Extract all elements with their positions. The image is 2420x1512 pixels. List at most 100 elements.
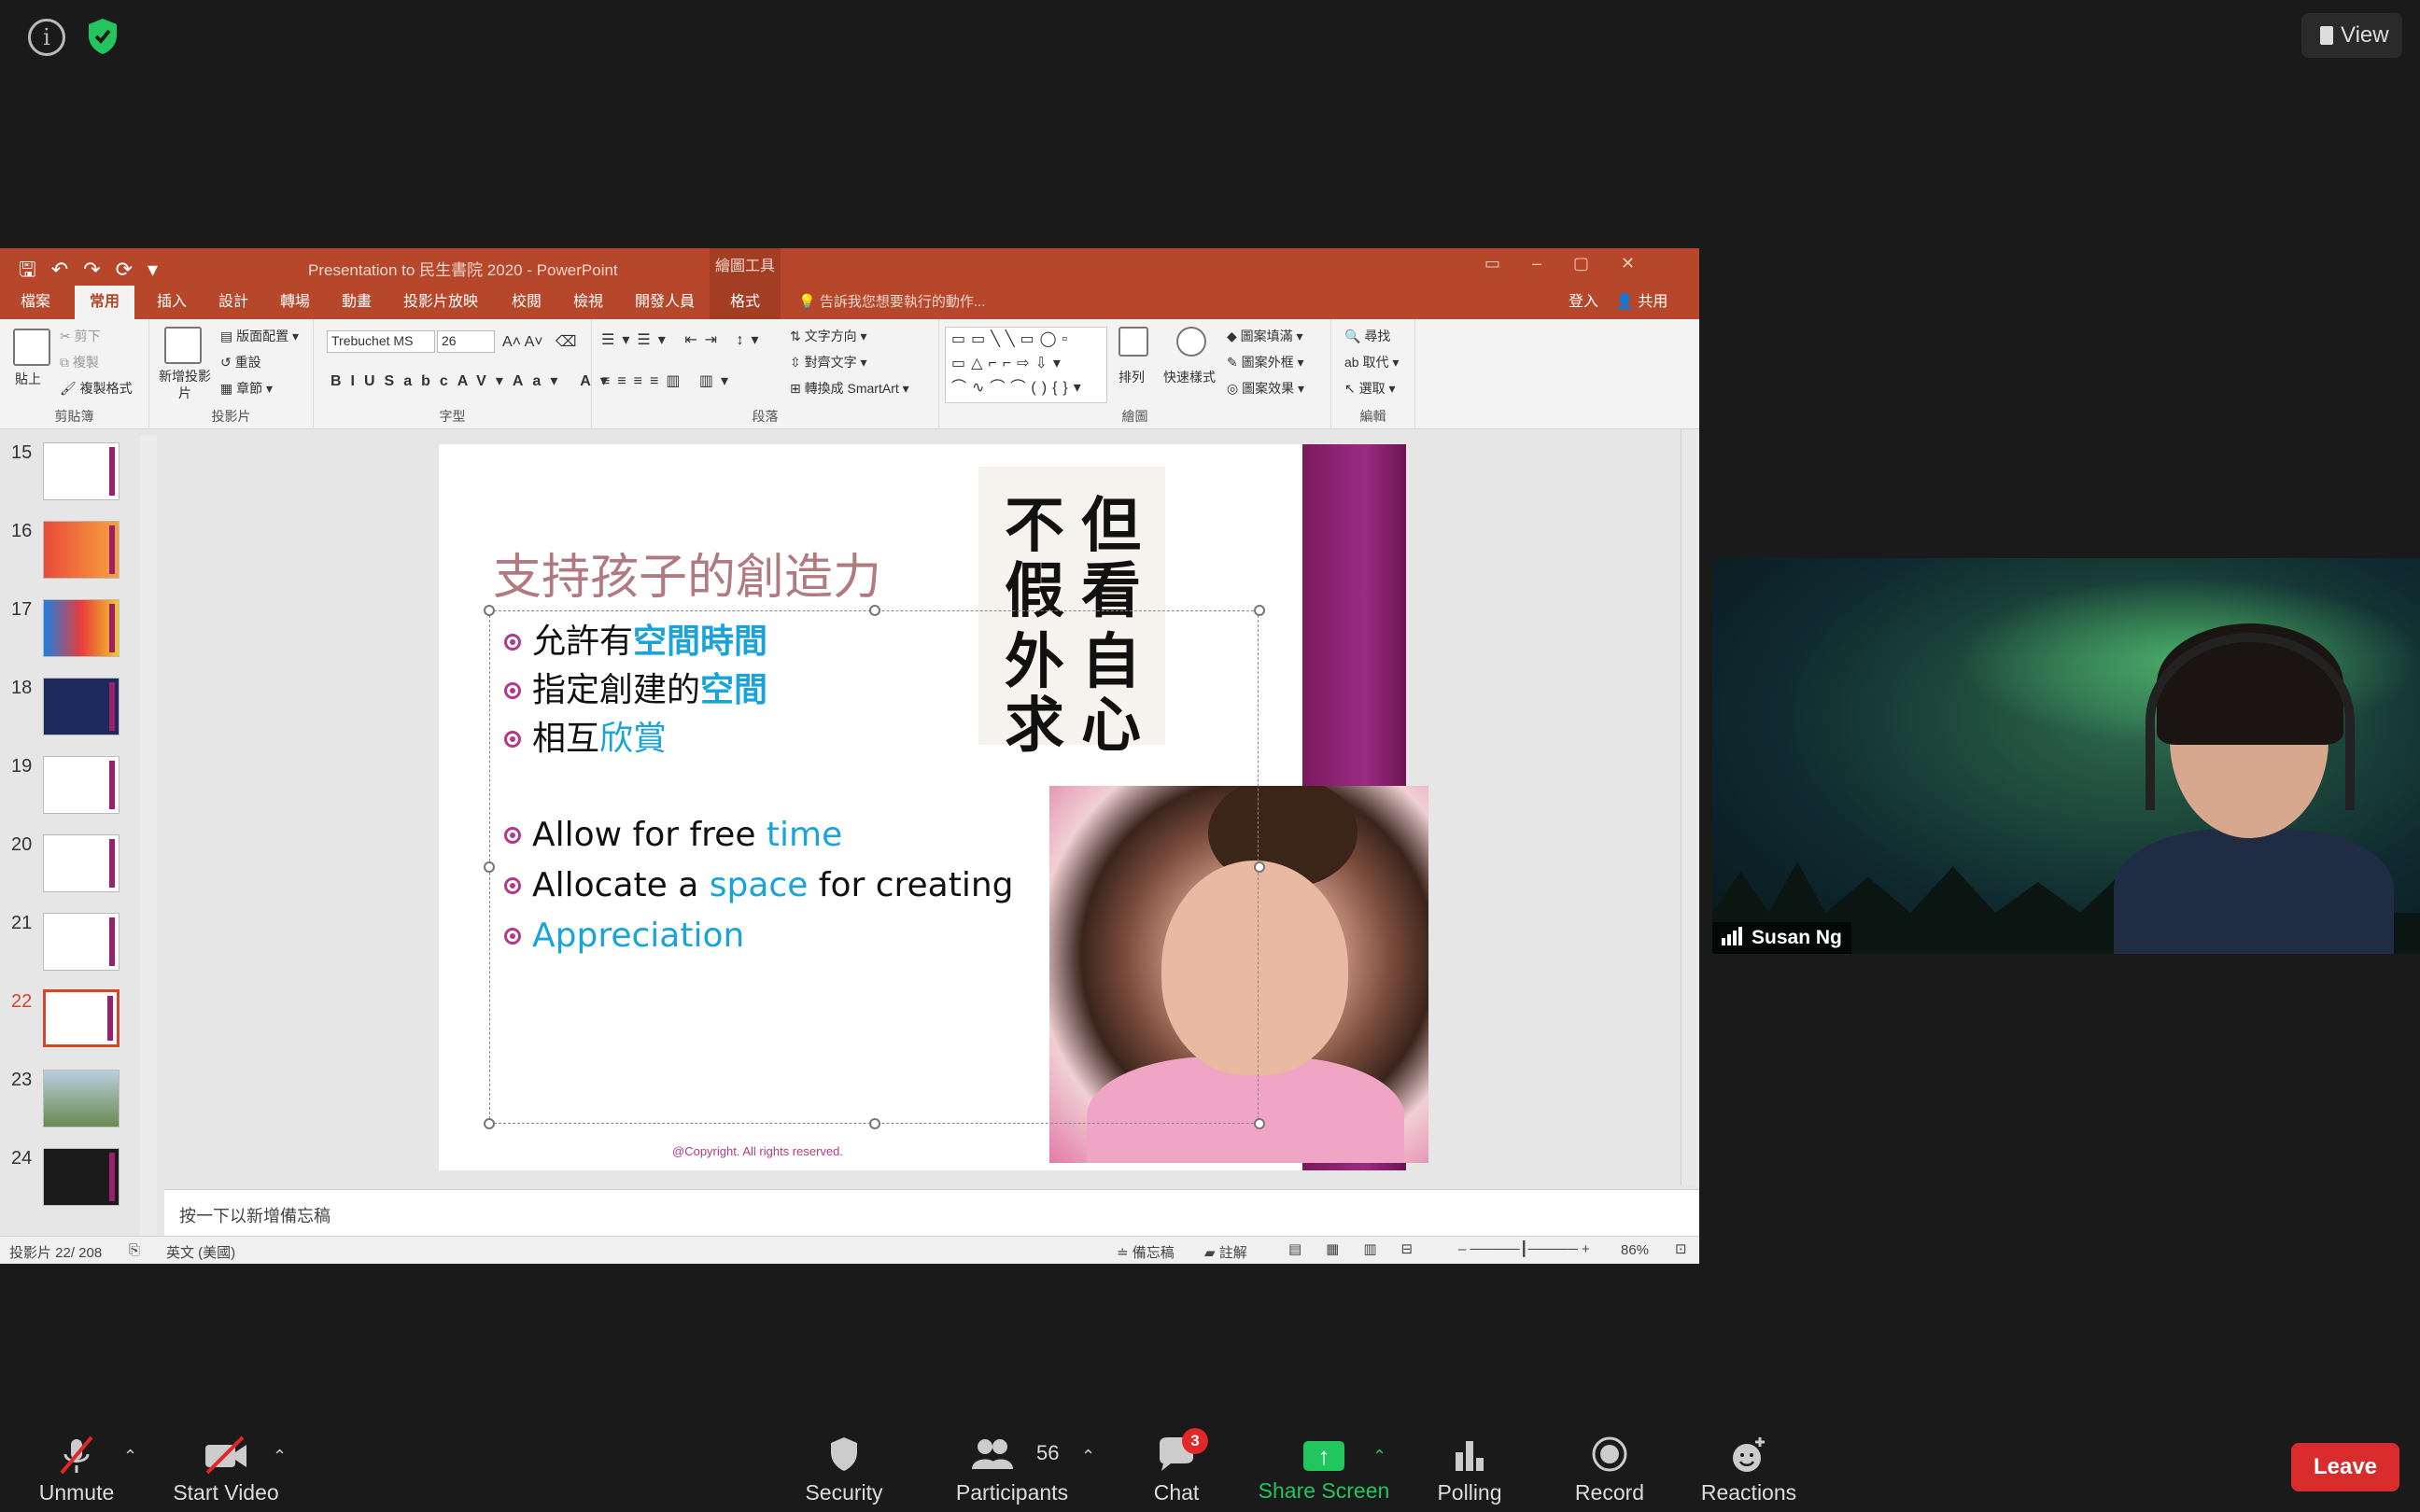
slide-title[interactable]: 支持孩子的創造力 [493,538,881,608]
replace-button[interactable]: ab 取代 ▾ [1344,353,1399,371]
find-button[interactable]: 🔍 尋找 [1344,327,1390,345]
resize-handle[interactable] [1254,861,1265,873]
slide-thumbnail[interactable] [43,834,120,892]
tab-format[interactable]: 格式 [710,286,781,319]
spellcheck-icon[interactable]: ⎘ [129,1242,140,1258]
meeting-toolbar: Unmute ⌃ Start Video ⌃ Security Particip… [0,1422,2420,1512]
audio-options-caret[interactable]: ⌃ [123,1447,137,1466]
thumbnail-scrollbar[interactable] [140,435,157,1236]
arrange-button[interactable]: 排列 [1119,368,1145,386]
slide-thumbnail[interactable] [43,1070,120,1127]
reactions-button[interactable]: Reactions [1697,1422,1800,1512]
font-name-select[interactable]: Trebuchet MS [327,330,435,353]
view-button[interactable]: View [2301,13,2402,58]
new-slide-button[interactable]: 新增投影片 [159,368,211,401]
section-button[interactable]: ▦ 章節 ▾ [220,379,273,398]
window-controls[interactable]: ▭–▢✕ [1484,254,1667,273]
tab-home[interactable]: 常用 [75,286,134,319]
notes-pane[interactable]: 按一下以新增備忘稿 [164,1189,1699,1236]
layout-button[interactable]: ▤ 版面配置 ▾ [220,327,299,345]
zoom-level[interactable]: 86% [1621,1242,1649,1258]
resize-handle[interactable] [484,605,495,616]
resize-handle[interactable] [484,861,495,873]
new-slide-icon[interactable] [164,327,202,364]
resize-handle[interactable] [869,1118,880,1129]
alignment-buttons[interactable]: ≡≡≡≡▥ ▥▾ [601,371,736,390]
slide-scrollbar[interactable] [1681,429,1699,1185]
text-box-selection[interactable] [484,605,1265,1129]
share-screen-button[interactable]: ↑ Share Screen [1257,1422,1391,1512]
shape-fill-button[interactable]: ◆ 圖案填滿 ▾ [1227,327,1303,345]
paste-button[interactable]: 貼上 [15,370,41,388]
slide-thumbnail-active[interactable] [43,989,120,1047]
tab-design[interactable]: 設計 [215,286,252,319]
text-direction-button[interactable]: ⇅ 文字方向 ▾ [790,327,867,345]
record-button[interactable]: Record [1569,1422,1651,1512]
tab-transitions[interactable]: 轉場 [276,286,314,319]
shapes-gallery[interactable]: ▭▭╲╲▭◯▫ ▭△⌐⌐⇨⇩▾ ⌒∿⌒⌒(){}▾ [945,327,1107,403]
quick-access-toolbar[interactable]: 🖫↶↷⟳▾ [19,254,173,289]
align-text-button[interactable]: ⇳ 對齊文字 ▾ [790,353,867,371]
resize-handle[interactable] [484,1118,495,1129]
view-mode-buttons[interactable]: ▤▦▥⊟ [1288,1240,1437,1257]
participant-video[interactable]: Susan Ng [1712,558,2420,954]
slide-thumbnail[interactable] [43,913,120,971]
tell-me-search[interactable]: 💡 告訴我您想要執行的動作... [798,286,985,319]
participants-options-caret[interactable]: ⌃ [1081,1447,1095,1466]
format-painter-button[interactable]: 🖌 複製格式 [60,379,133,398]
unmute-button[interactable]: Unmute [28,1422,125,1512]
tab-insert[interactable]: 插入 [153,286,190,319]
tab-view[interactable]: 檢視 [570,286,607,319]
font-label: 字型 [439,409,466,424]
comments-toggle[interactable]: ▰ 註解 [1204,1242,1247,1262]
arrange-icon[interactable] [1119,327,1148,357]
reset-button[interactable]: ↺ 重設 [220,353,261,371]
fit-slide-icon[interactable]: ⊡ [1675,1240,1687,1257]
security-button[interactable]: Security [797,1422,891,1512]
slide-thumbnail[interactable] [43,756,120,814]
tab-slideshow[interactable]: 投影片放映 [400,286,482,319]
shape-effects-button[interactable]: ◎ 圖案效果 ▾ [1227,379,1304,398]
zoom-slider[interactable]: – ─────┃───── + [1458,1240,1590,1257]
sign-in-link[interactable]: 登入 [1569,286,1598,319]
shape-outline-button[interactable]: ✎ 圖案外框 ▾ [1227,353,1304,371]
security-shield-icon [797,1435,891,1475]
font-size-buttons[interactable]: A˄ A˅ ⌫ [502,332,577,351]
font-size-select[interactable]: 26 [437,330,495,353]
tab-developer[interactable]: 開發人員 [631,286,698,319]
slide-thumbnail[interactable] [43,599,120,657]
convert-smartart-button[interactable]: ⊞ 轉換成 SmartArt ▾ [790,379,909,398]
video-options-caret[interactable]: ⌃ [273,1447,287,1466]
share-options-caret[interactable]: ⌃ [1372,1447,1386,1466]
quick-styles-icon[interactable] [1176,327,1206,357]
start-video-button[interactable]: Start Video [168,1422,284,1512]
tab-file[interactable]: 檔案 [17,286,54,319]
tab-review[interactable]: 校閱 [508,286,545,319]
resize-handle[interactable] [869,605,880,616]
notes-placeholder: 按一下以新增備忘稿 [179,1207,331,1225]
select-button[interactable]: ↖ 選取 ▾ [1344,379,1396,398]
polling-chart-icon [1428,1435,1511,1475]
slide-thumbnail[interactable] [43,442,120,500]
cut-button[interactable]: ✂ 剪下 [60,327,101,345]
leave-meeting-button[interactable]: Leave [2291,1443,2399,1491]
slide-thumbnail[interactable] [43,678,120,735]
copy-button[interactable]: ⧉ 複製 [60,353,99,371]
resize-handle[interactable] [1254,605,1265,616]
paste-icon[interactable] [13,329,50,366]
notes-toggle[interactable]: ≐ 備忘稿 [1117,1242,1175,1262]
list-buttons[interactable]: ☰▾☰▾ ⇤⇥ ↕▾ [601,330,766,349]
polling-button[interactable]: Polling [1428,1422,1511,1512]
current-slide[interactable]: 但 看 自 心 不 假 外 求 支持孩子的創造力 允許有空間時間 指定創建的空間… [439,444,1428,1170]
slide-thumbnail[interactable] [43,1148,120,1206]
quick-styles-button[interactable]: 快速樣式 [1163,368,1216,386]
language[interactable]: 英文 (美國) [166,1242,235,1262]
tab-animations[interactable]: 動畫 [338,286,375,319]
participants-button[interactable]: Participants [947,1422,1077,1512]
meeting-info-icon[interactable]: i [28,19,65,56]
encryption-shield-icon[interactable] [86,17,120,56]
share-button[interactable]: 👤 共用 [1615,286,1667,319]
slide-thumbnail[interactable] [43,521,120,579]
resize-handle[interactable] [1254,1118,1265,1129]
font-format-buttons[interactable]: BIUSabcAV▾Aa▾ A▾ [331,371,617,390]
